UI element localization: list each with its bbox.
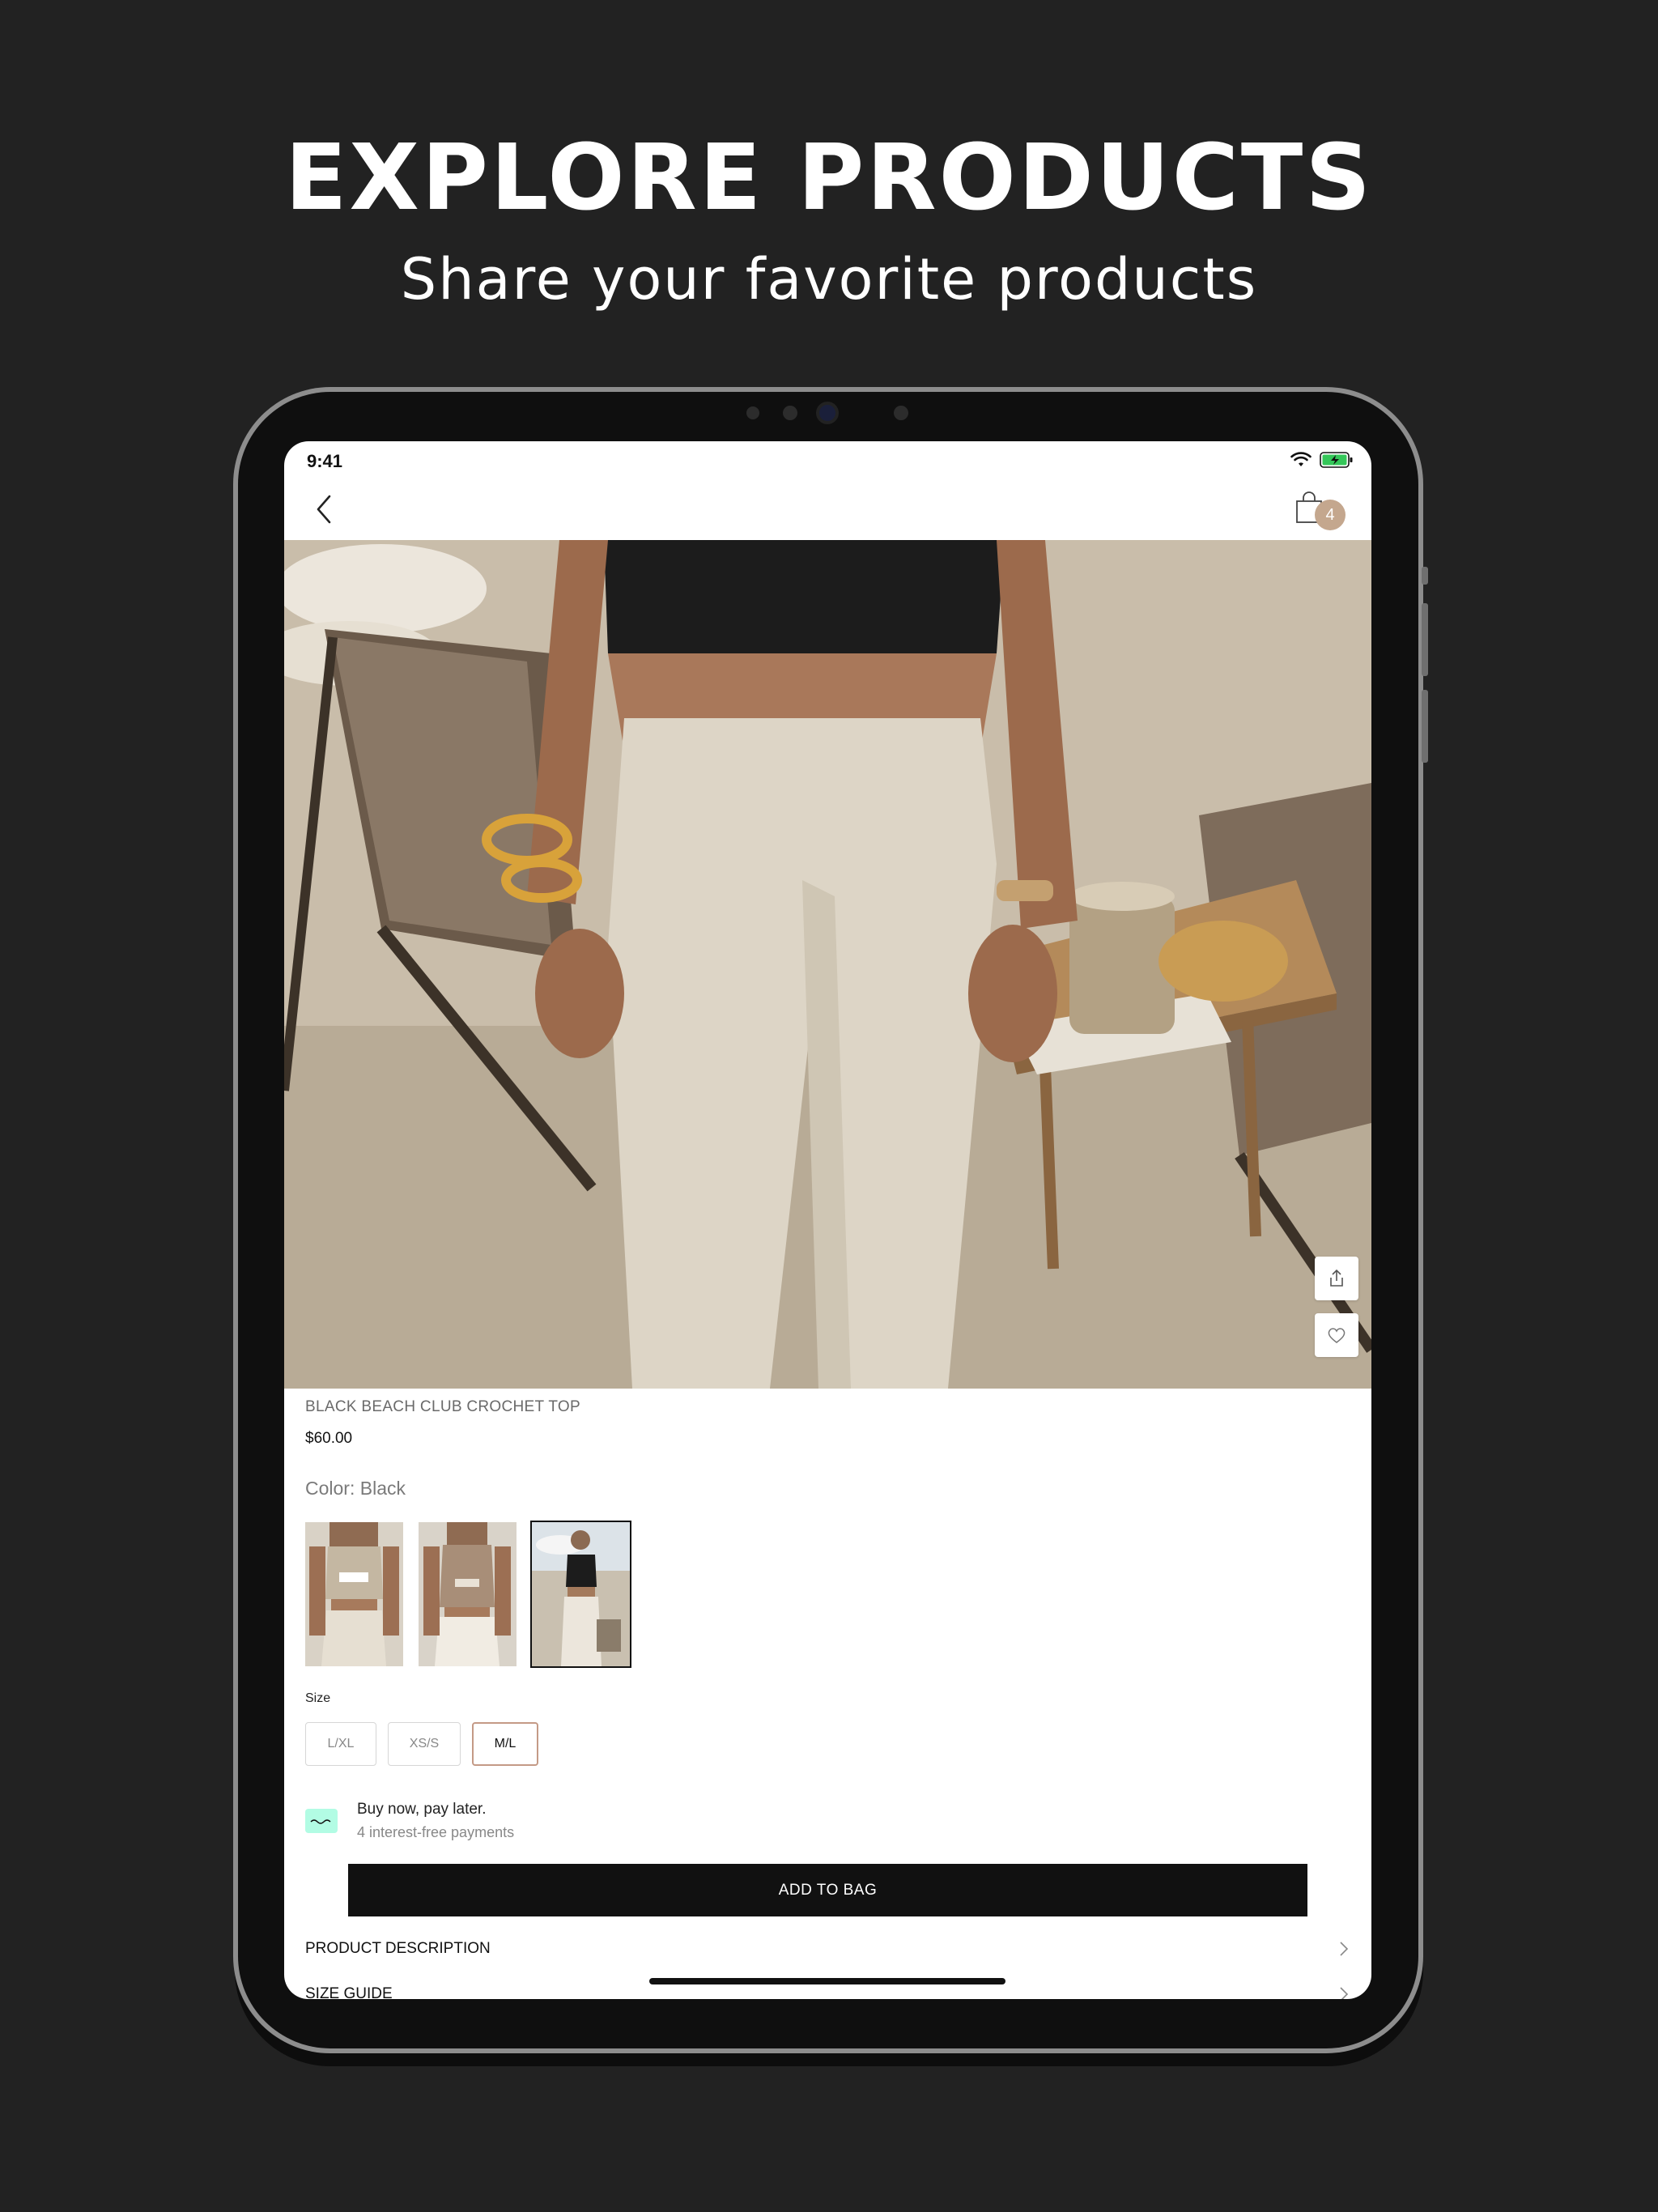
color-swatch-taupe[interactable] [419,1522,517,1666]
add-to-bag-button[interactable]: ADD TO BAG [348,1864,1307,1916]
bnpl-subtitle: 4 interest-free payments [357,1824,515,1840]
size-guide-label: SIZE GUIDE [305,1985,393,1999]
sensor [746,406,759,419]
app-screen: 9:41 4 BLACK BEACH CLUB CROCHET TOP $60.… [284,441,1371,1999]
sensor [894,406,908,420]
size-option-m-l[interactable]: M/L [472,1722,538,1766]
side-button [1422,567,1428,585]
sensor [783,406,797,420]
color-swatch-black[interactable] [530,1521,631,1668]
color-label: Color: Black [305,1478,406,1499]
product-description-label: PRODUCT DESCRIPTION [305,1940,491,1957]
product-price: $60.00 [305,1430,353,1447]
afterpay-wordmark-icon [310,1819,331,1824]
battery-charging-icon [1320,452,1353,468]
bag-count-badge: 4 [1315,500,1346,530]
headline: EXPLORE PRODUCTS [285,125,1373,231]
size-option-xs-s[interactable]: XS/S [388,1722,461,1766]
chevron-right-icon [1340,1942,1349,1956]
chevron-left-icon [317,495,331,524]
color-swatch-beige[interactable] [305,1522,403,1666]
hero-photo [284,540,1371,1389]
status-time: 9:41 [307,451,343,471]
bag-button[interactable]: 4 [1292,488,1346,537]
afterpay-logo [305,1809,338,1833]
subheadline: Share your favorite products [400,246,1258,313]
size-option-l-xl[interactable]: L/XL [305,1722,376,1766]
wifi-icon [1290,452,1312,466]
swatch-image [305,1522,403,1666]
bnpl-title: Buy now, pay later. [357,1801,487,1818]
product-title: BLACK BEACH CLUB CROCHET TOP [305,1398,580,1415]
volume-down-button [1422,690,1428,763]
share-icon [1330,1269,1343,1287]
wishlist-button[interactable] [1315,1313,1358,1357]
heart-icon [1328,1328,1346,1343]
product-hero-image[interactable] [284,540,1371,1389]
front-camera [816,402,839,424]
share-button[interactable] [1315,1257,1358,1300]
swatch-image [532,1522,630,1666]
chevron-right-icon [1340,1987,1349,1999]
home-indicator[interactable] [649,1978,1005,1984]
status-icons [1290,451,1354,469]
volume-up-button [1422,603,1428,676]
size-label: Size [305,1691,331,1705]
swatch-image [419,1522,517,1666]
product-description-row[interactable]: PRODUCT DESCRIPTION [305,1933,1350,1965]
back-button[interactable] [308,491,341,527]
